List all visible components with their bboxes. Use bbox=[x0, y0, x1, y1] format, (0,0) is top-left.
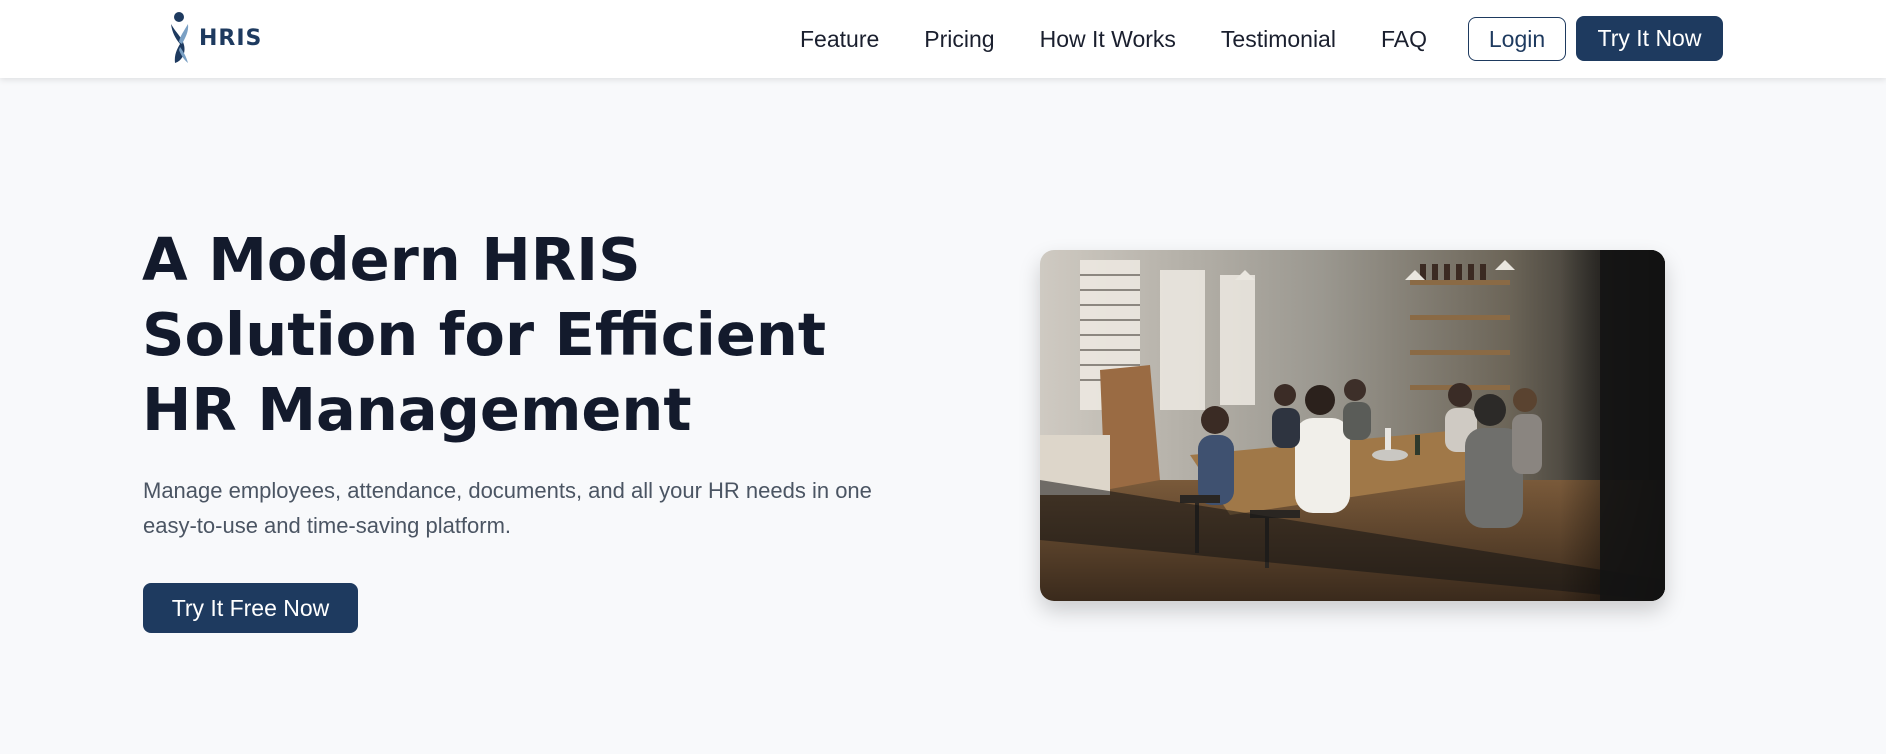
try-free-now-button[interactable]: Try It Free Now bbox=[143, 583, 358, 633]
main-nav: Feature Pricing How It Works Testimonial… bbox=[800, 0, 1427, 78]
top-navbar: HRIS Feature Pricing How It Works Testim… bbox=[0, 0, 1886, 78]
hero-title: A Modern HRIS Solution for Efficient HR … bbox=[142, 225, 827, 444]
nav-link-pricing[interactable]: Pricing bbox=[924, 26, 994, 53]
nav-link-feature[interactable]: Feature bbox=[800, 26, 879, 53]
nav-link-how-it-works[interactable]: How It Works bbox=[1040, 26, 1176, 53]
brand-logo[interactable]: HRIS bbox=[162, 11, 262, 65]
hris-logo-icon bbox=[171, 12, 189, 63]
nav-link-testimonial[interactable]: Testimonial bbox=[1221, 26, 1336, 53]
try-it-now-button[interactable]: Try It Now bbox=[1576, 16, 1723, 61]
nav-link-faq[interactable]: FAQ bbox=[1381, 26, 1427, 53]
team-meeting-photo bbox=[1040, 250, 1665, 601]
hero-subtitle: Manage employees, attendance, documents,… bbox=[143, 478, 872, 538]
login-button[interactable]: Login bbox=[1468, 17, 1566, 61]
brand-name: HRIS bbox=[199, 25, 263, 51]
